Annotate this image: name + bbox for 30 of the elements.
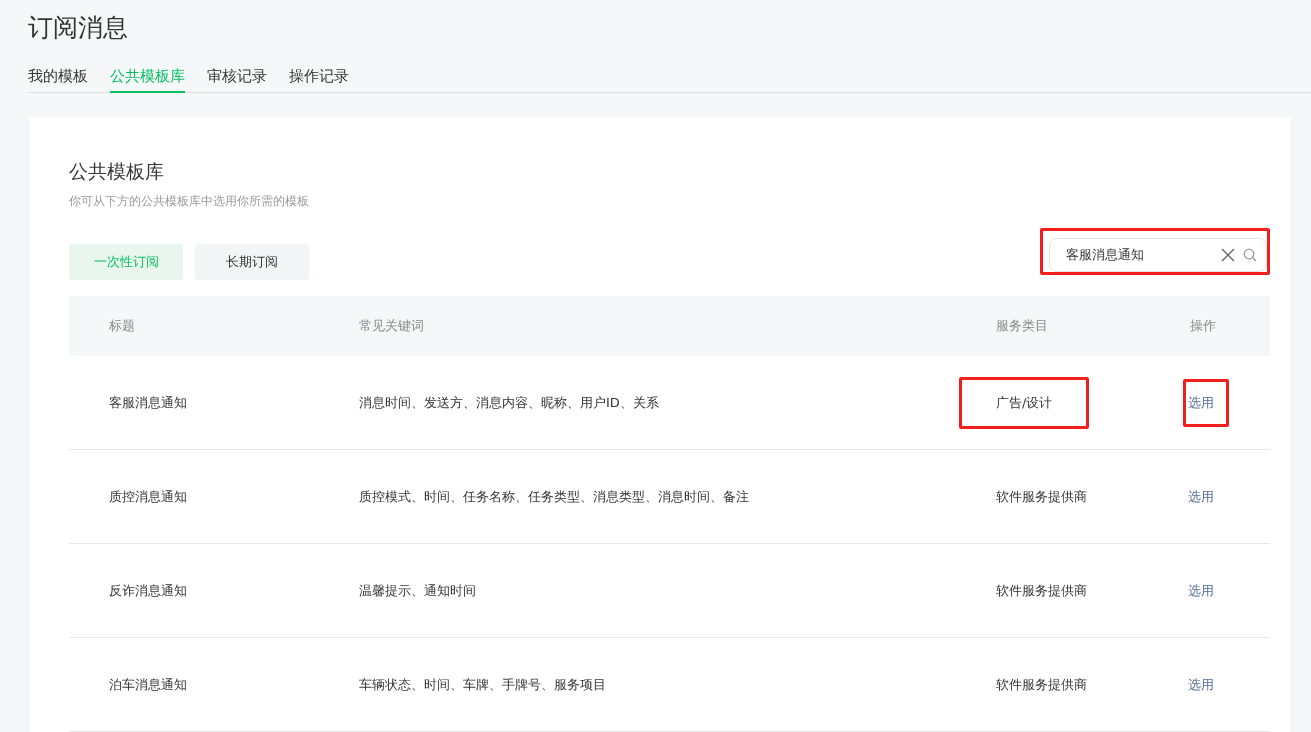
tab[interactable]: 审核记录	[207, 67, 267, 93]
panel-subtitle: 你可从下方的公共模板库中选用你所需的模板	[69, 193, 310, 210]
table-cell: 软件服务提供商	[996, 675, 1087, 694]
page-title: 订阅消息	[28, 12, 129, 44]
select-link[interactable]: 选用	[1188, 393, 1214, 412]
select-link[interactable]: 选用	[1188, 675, 1214, 694]
table-cell-text: 反诈消息通知	[109, 581, 188, 600]
clear-icon[interactable]	[1221, 248, 1235, 262]
select-link[interactable]: 选用	[1188, 581, 1214, 600]
table-cell-text: 泊车消息通知	[109, 675, 188, 694]
column-header: 常见关键词	[359, 317, 425, 335]
panel-title: 公共模板库	[69, 159, 165, 184]
table-cell-text: 温馨提示、通知时间	[359, 581, 477, 600]
filter-button[interactable]: 长期订阅	[195, 244, 309, 280]
table-cell-text: 质控消息通知	[109, 487, 188, 506]
column-header: 标题	[109, 317, 136, 335]
table-cell: 软件服务提供商	[996, 581, 1087, 600]
table-cell-text: 质控模式、时间、任务名称、任务类型、消息类型、消息时间、备注	[359, 487, 750, 506]
search-field[interactable]: 客服消息通知	[1049, 238, 1267, 272]
table-cell-text: 客服消息通知	[109, 393, 188, 412]
table-cell-text: 车辆状态、时间、车牌、手牌号、服务项目	[359, 675, 607, 694]
table-cell: 软件服务提供商	[996, 487, 1087, 506]
table-cell: 广告/设计	[996, 393, 1053, 412]
search-icon[interactable]	[1243, 248, 1257, 262]
table-cell-text: 消息时间、发送方、消息内容、昵称、用户ID、关系	[359, 393, 660, 412]
tab[interactable]: 操作记录	[289, 67, 349, 93]
column-header: 操作	[1190, 317, 1217, 335]
select-link[interactable]: 选用	[1188, 487, 1214, 506]
column-header: 服务类目	[996, 317, 1049, 335]
tab[interactable]: 我的模板	[28, 67, 88, 93]
